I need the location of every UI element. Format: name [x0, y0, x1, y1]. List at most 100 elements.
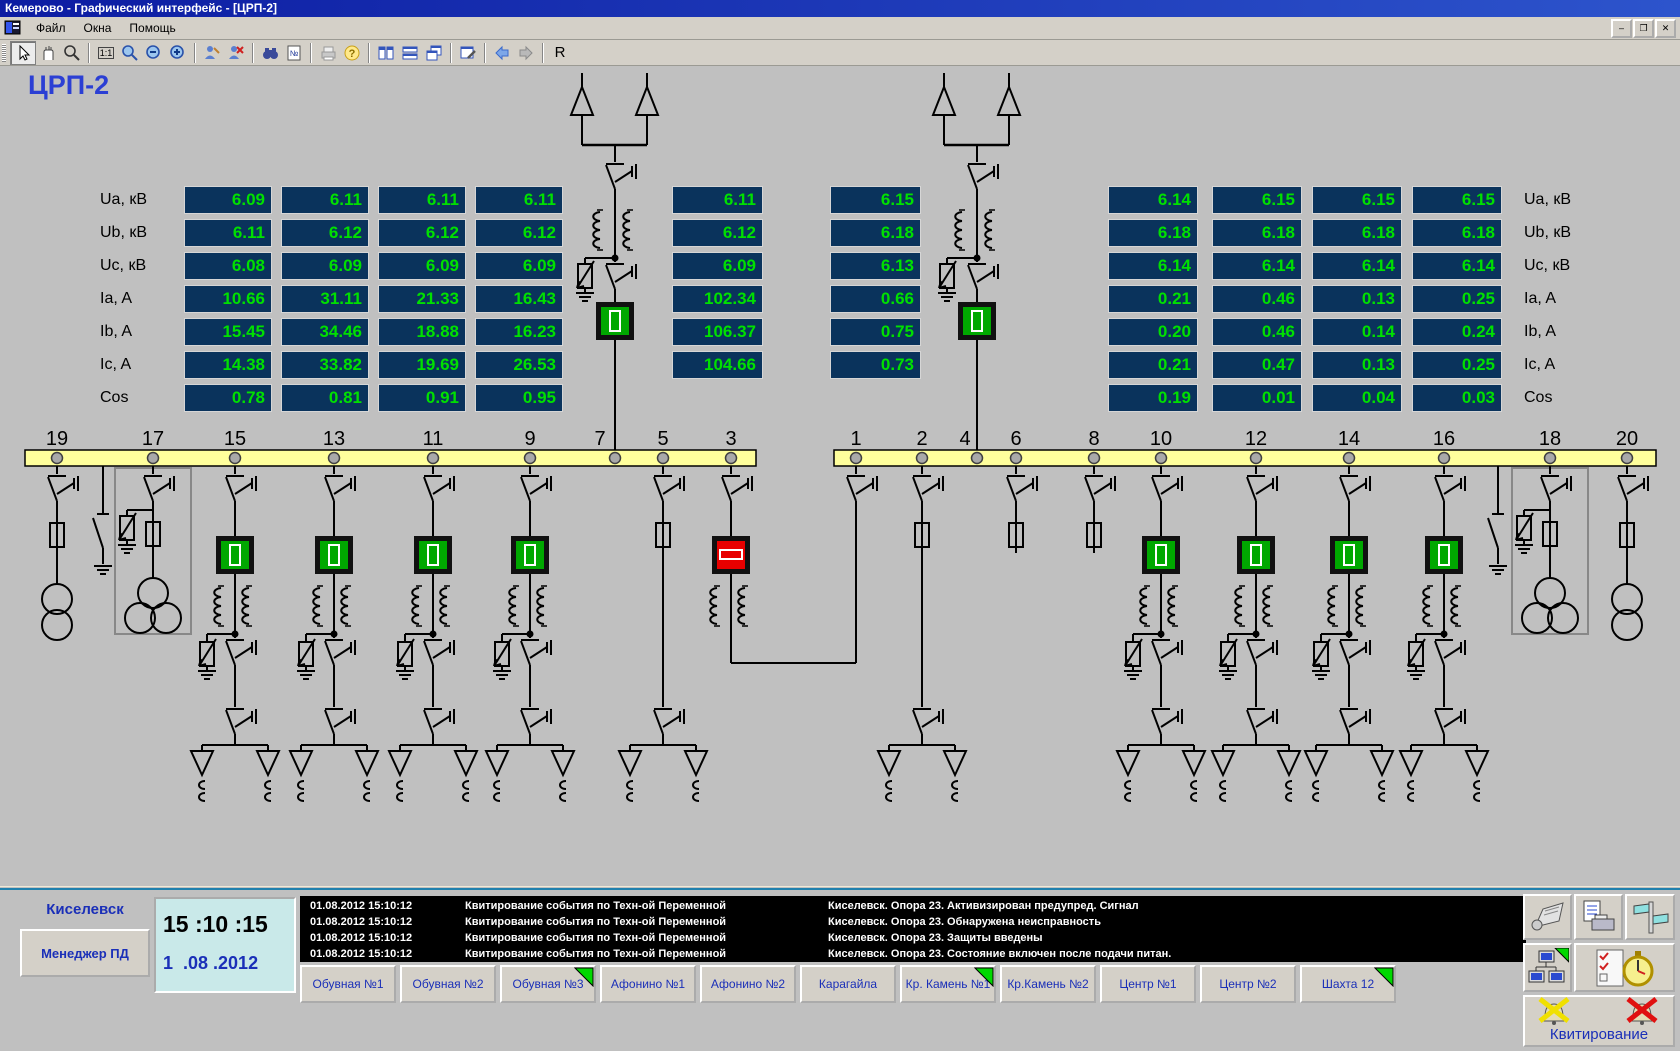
r-mode-button[interactable]: R — [548, 42, 572, 64]
station-button-центр-1[interactable]: Центр №1 — [1100, 965, 1196, 1003]
user-edit-button[interactable] — [200, 42, 224, 64]
zoom-region-button[interactable] — [118, 42, 142, 64]
zoom-out-button[interactable] — [142, 42, 166, 64]
task-schedule-button[interactable] — [1574, 943, 1675, 992]
measurement-value: 6.15 — [1212, 186, 1302, 214]
measurement-value: 6.09 — [475, 252, 563, 280]
measurement-value: 0.01 — [1212, 384, 1302, 412]
measurement-value: 6.13 — [830, 252, 921, 280]
svg-text:2: 2 — [916, 428, 927, 450]
find-button[interactable] — [258, 42, 282, 64]
event-log-row[interactable]: 01.08.2012 15:10:12Квитирование события … — [300, 932, 1526, 948]
toolbar-separator — [310, 43, 312, 63]
feeder-8 — [1085, 466, 1115, 553]
measurement-value: 6.18 — [1312, 219, 1402, 247]
help-icon: ? — [343, 44, 361, 62]
station-button-обувная-3[interactable]: Обувная №3 — [500, 965, 596, 1003]
one-to-one-icon: 1:1 — [98, 47, 115, 59]
network-button[interactable] — [1523, 943, 1572, 992]
station-button-кр-камень-2[interactable]: Кр.Камень №2 — [1000, 965, 1096, 1003]
print-button[interactable] — [316, 42, 340, 64]
restore-button[interactable]: ❐ — [1633, 19, 1654, 38]
measurement-value: 6.14 — [1312, 252, 1402, 280]
select-tool-button[interactable] — [10, 41, 36, 65]
close-button[interactable]: ✕ — [1655, 19, 1676, 38]
feeder-9 — [486, 466, 574, 801]
pan-tool-button[interactable] — [36, 42, 60, 64]
cascade-button[interactable] — [422, 42, 446, 64]
edit-view-button[interactable] — [456, 42, 480, 64]
station-button-карагайла[interactable]: Карагайла — [800, 965, 896, 1003]
measurement-value: 0.91 — [378, 384, 466, 412]
measurement-value: 16.23 — [475, 318, 563, 346]
svg-text:6: 6 — [1010, 428, 1021, 450]
measurement-label: Ua, кВ — [1524, 186, 1571, 214]
user-delete-icon — [227, 44, 245, 62]
page-title: ЦРП-2 — [28, 70, 109, 101]
zoom-in-button[interactable] — [166, 42, 190, 64]
measurement-value: 33.82 — [281, 351, 369, 379]
nav-back-button[interactable] — [490, 42, 514, 64]
toolbar-grip[interactable] — [2, 44, 6, 62]
event-time: 01.08.2012 15:10:12 — [310, 900, 412, 912]
menu-help[interactable]: Помощь — [121, 19, 183, 37]
event-message: Киселевск. Опора 23. Активизирован преду… — [828, 900, 1139, 912]
event-log-row[interactable]: 01.08.2012 15:10:12Квитирование события … — [300, 948, 1526, 962]
tile-vertical-button[interactable] — [374, 42, 398, 64]
measurement-value: 6.09 — [672, 252, 763, 280]
toolbar-separator — [542, 43, 544, 63]
measurement-value: 0.66 — [830, 285, 921, 313]
print-log-button[interactable] — [1574, 894, 1623, 940]
measurement-value: 102.34 — [672, 285, 763, 313]
measurement-value: 104.66 — [672, 351, 763, 379]
measurement-value: 6.11 — [378, 186, 466, 214]
station-button-row: Обувная №1Обувная №2Обувная №3Афонино №1… — [300, 965, 1400, 1003]
magnifier-icon — [63, 44, 81, 62]
svg-text:3: 3 — [725, 428, 736, 450]
feeder-2 — [878, 466, 966, 801]
network-icon — [1527, 948, 1569, 988]
navigation-button[interactable] — [1625, 894, 1675, 940]
station-button-кр-камень-1[interactable]: Кр. Камень №1 — [900, 965, 996, 1003]
minimize-button[interactable]: – — [1611, 19, 1632, 38]
numbers-button[interactable]: № — [282, 42, 306, 64]
report-button[interactable] — [1523, 894, 1572, 940]
tile-horizontal-button[interactable] — [398, 42, 422, 64]
station-button-афонино-2[interactable]: Афонино №2 — [700, 965, 796, 1003]
svg-text:15: 15 — [224, 428, 246, 450]
zoom-tool-button[interactable] — [60, 42, 84, 64]
feeder-19 — [42, 466, 78, 640]
user-delete-button[interactable] — [224, 42, 248, 64]
ack-bells-icon — [1525, 997, 1673, 1026]
menu-windows[interactable]: Окна — [76, 19, 120, 37]
event-log-row[interactable]: 01.08.2012 15:10:12Квитирование события … — [300, 900, 1526, 916]
svg-text:7: 7 — [594, 428, 605, 450]
feeder-15 — [191, 466, 279, 801]
nav-forward-button[interactable] — [514, 42, 538, 64]
r-label: R — [555, 44, 566, 61]
measurement-value: 6.14 — [1108, 252, 1198, 280]
svg-text:5: 5 — [657, 428, 668, 450]
measurement-value: 6.18 — [1412, 219, 1502, 247]
zoom-actual-button[interactable]: 1:1 — [94, 42, 118, 64]
station-button-обувная-2[interactable]: Обувная №2 — [400, 965, 496, 1003]
measurement-label: Ib, A — [1524, 318, 1556, 346]
station-button-афонино-1[interactable]: Афонино №1 — [600, 965, 696, 1003]
station-button-шахта-12[interactable]: Шахта 12 — [1300, 965, 1396, 1003]
help-button[interactable]: ? — [340, 42, 364, 64]
feeder-13 — [290, 466, 378, 801]
acknowledge-button[interactable]: Квитирование — [1523, 995, 1675, 1047]
pd-manager-button[interactable]: Менеджер ПД — [20, 929, 150, 977]
mdi-child-icon[interactable] — [4, 20, 22, 36]
measurement-value: 6.18 — [1108, 219, 1198, 247]
event-time: 01.08.2012 15:10:12 — [310, 916, 412, 928]
event-log[interactable]: 01.08.2012 15:10:12Квитирование события … — [300, 896, 1526, 962]
menu-file[interactable]: Файл — [28, 19, 74, 37]
svg-text:14: 14 — [1338, 428, 1360, 450]
user-edit-icon — [203, 44, 221, 62]
measurement-value: 6.11 — [184, 219, 272, 247]
station-button-обувная-1[interactable]: Обувная №1 — [300, 965, 396, 1003]
back-arrow-icon — [493, 44, 511, 62]
station-button-центр-2[interactable]: Центр №2 — [1200, 965, 1296, 1003]
event-log-row[interactable]: 01.08.2012 15:10:12Квитирование события … — [300, 916, 1526, 932]
